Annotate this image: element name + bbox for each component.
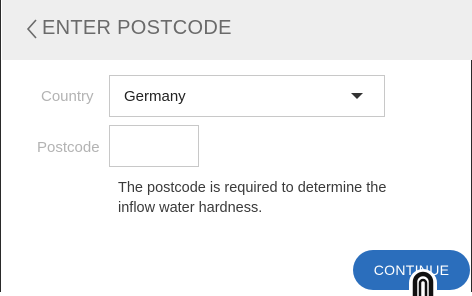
postcode-input[interactable] bbox=[109, 125, 199, 167]
country-select[interactable]: Germany bbox=[109, 75, 385, 117]
app-frame: ENTER POSTCODE Country Germany Postcode … bbox=[0, 0, 472, 296]
country-label: Country bbox=[41, 88, 94, 105]
back-button[interactable] bbox=[25, 15, 41, 43]
page-title: ENTER POSTCODE bbox=[42, 17, 232, 39]
page-header: ENTER POSTCODE bbox=[2, 0, 472, 60]
postcode-hint-text: The postcode is required to determine th… bbox=[118, 180, 387, 216]
country-select-value: Germany bbox=[124, 88, 186, 105]
continue-button[interactable]: CONTINUE bbox=[353, 250, 470, 290]
postcode-label: Postcode bbox=[37, 139, 100, 156]
caret-down-icon bbox=[351, 93, 363, 99]
chevron-left-icon bbox=[26, 19, 37, 39]
